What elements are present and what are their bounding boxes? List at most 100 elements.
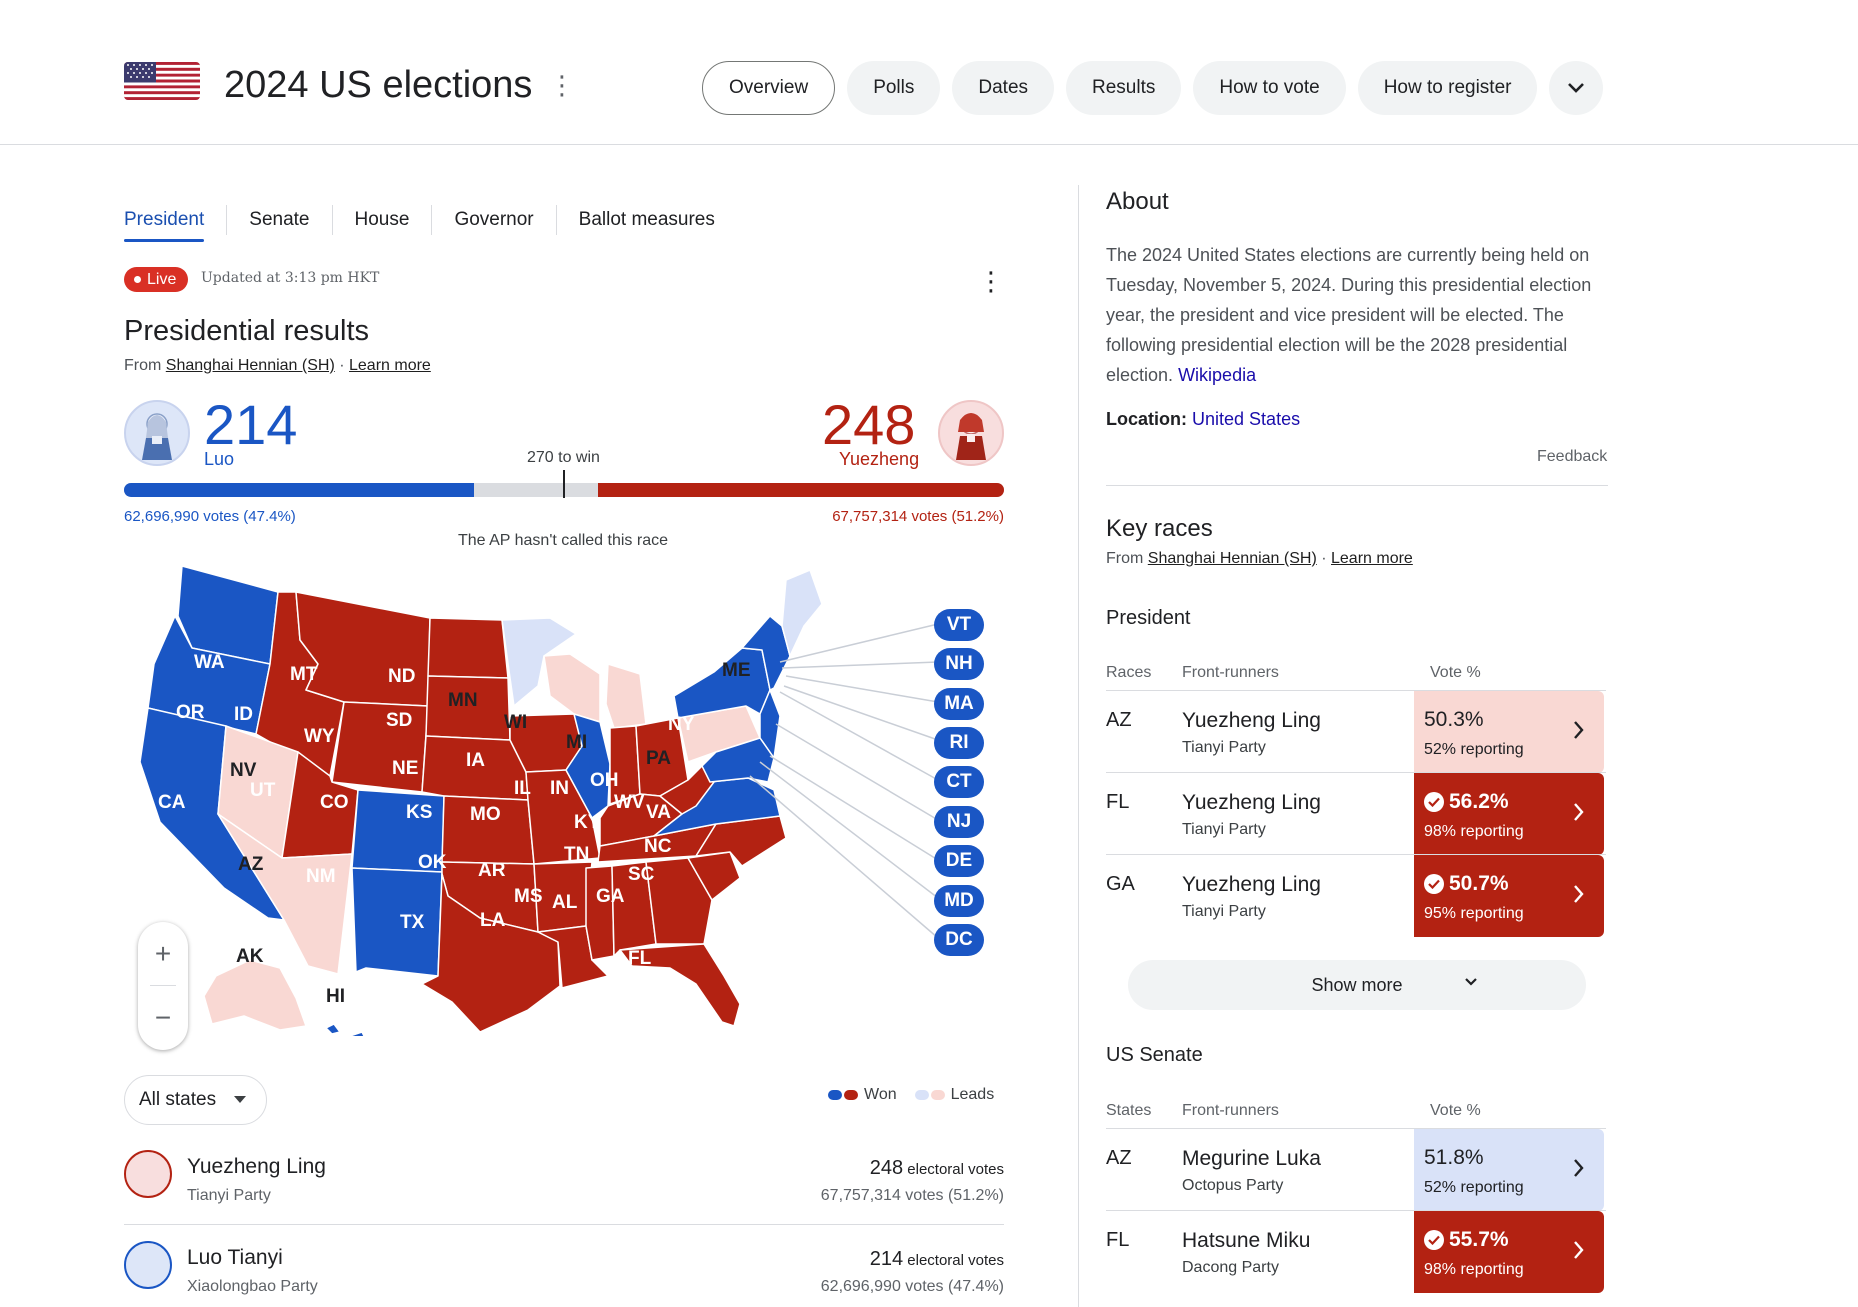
about-text: The 2024 United States elections are cur… — [1106, 240, 1616, 390]
state-ms[interactable] — [585, 865, 615, 961]
race-pct: 55.7% — [1449, 1228, 1509, 1251]
race-result-box[interactable]: 51.8% 52% reporting — [1414, 1129, 1604, 1211]
nav-more-button[interactable] — [1549, 61, 1604, 115]
state-wi[interactable] — [543, 653, 601, 723]
key-races-source: From Shanghai Hennian (SH) · Learn more — [1106, 550, 1413, 567]
state-label-mi: MI — [566, 732, 587, 753]
candidate-party: Tianyi Party — [187, 1187, 271, 1204]
learn-more-link[interactable]: Learn more — [1331, 550, 1413, 567]
show-more-button[interactable]: Show more — [1128, 960, 1586, 1010]
race-pct: 56.2% — [1449, 790, 1509, 813]
race-row-ga[interactable]: GA Yuezheng Ling Tianyi Party 50.7% 95% … — [1106, 854, 1606, 937]
state-pill-nh[interactable]: NH — [934, 648, 984, 680]
state-pill-nj[interactable]: NJ — [934, 806, 984, 838]
state-pill-de[interactable]: DE — [934, 845, 984, 877]
tab-ballot-measures[interactable]: Ballot measures — [557, 205, 737, 235]
state-label-in: IN — [550, 778, 569, 799]
senate-row-az[interactable]: AZ Megurine Luka Octopus Party 51.8% 52%… — [1106, 1128, 1606, 1211]
state-mi[interactable] — [605, 663, 647, 729]
about-body: The 2024 United States elections are cur… — [1106, 245, 1592, 385]
source-prefix: From — [1106, 550, 1144, 567]
card-menu-icon[interactable]: ⋮ — [978, 268, 1004, 294]
col-front-runners: Front-runners — [1182, 664, 1279, 681]
nav-chip-results[interactable]: Results — [1066, 61, 1182, 115]
race-result-box[interactable]: 50.7% 95% reporting — [1414, 855, 1604, 937]
state-label-tn: TN — [564, 844, 589, 865]
race-reporting: 95% reporting — [1424, 905, 1524, 922]
state-ny[interactable] — [673, 647, 771, 719]
senate-row-fl[interactable]: FL Hatsune Miku Dacong Party 55.7% 98% r… — [1106, 1210, 1606, 1293]
nav-chip-dates[interactable]: Dates — [952, 61, 1055, 115]
state-mt[interactable] — [295, 591, 431, 707]
chevron-down-icon — [1465, 978, 1477, 986]
source-link[interactable]: Shanghai Hennian (SH) — [1148, 550, 1317, 567]
race-row-az[interactable]: AZ Yuezheng Ling Tianyi Party 50.3% 52% … — [1106, 690, 1606, 773]
state-label-ms: MS — [514, 886, 543, 907]
nav-chip-polls[interactable]: Polls — [847, 61, 941, 115]
race-party: Tianyi Party — [1182, 739, 1266, 756]
race-result-box[interactable]: 50.3% 52% reporting — [1414, 691, 1604, 773]
state-label-ny: NY — [668, 714, 695, 735]
yuezheng-avatar — [938, 400, 1004, 466]
candidate-name: Luo Tianyi — [187, 1246, 283, 1269]
source-link[interactable]: Shanghai Hennian (SH) — [166, 357, 335, 374]
feedback-link[interactable]: Feedback — [1537, 448, 1607, 466]
state-hi[interactable] — [325, 1023, 391, 1057]
check-circle-icon — [1424, 1230, 1444, 1250]
state-label-hi: HI — [326, 986, 345, 1007]
race-result-box[interactable]: 56.2% 98% reporting — [1414, 773, 1604, 855]
zoom-in-button[interactable]: + — [138, 928, 188, 980]
race-candidate: Megurine Luka — [1182, 1147, 1321, 1170]
chevron-right-icon — [1574, 1241, 1584, 1259]
chevron-right-icon — [1574, 803, 1584, 821]
location-label: Location: — [1106, 409, 1187, 429]
state-ak[interactable] — [203, 959, 307, 1031]
location-link[interactable]: United States — [1192, 409, 1300, 429]
state-pill-dc[interactable]: DC — [934, 924, 984, 956]
state-label-tx: TX — [400, 912, 425, 933]
nav-chip-how-to-register[interactable]: How to register — [1357, 61, 1538, 115]
state-label-ca: CA — [158, 792, 186, 813]
candidate-row[interactable]: Yuezheng Ling Tianyi Party 248 electoral… — [124, 1137, 1004, 1225]
caret-down-icon — [234, 1096, 247, 1103]
state-label-nd: ND — [388, 666, 415, 687]
nav-chip-overview[interactable]: Overview — [702, 61, 836, 115]
more-options-icon[interactable]: ⋮ — [549, 72, 575, 98]
state-label-fl: FL — [628, 948, 652, 969]
race-candidate: Yuezheng Ling — [1182, 709, 1321, 732]
race-row-fl[interactable]: FL Yuezheng Ling Tianyi Party 56.2% 98% … — [1106, 772, 1606, 855]
tab-house[interactable]: House — [333, 205, 433, 235]
electoral-map[interactable]: WA OR CA NV ID MT WY UT AZ CO NM ND SD NE KS OK TX MN IA MO… — [130, 556, 1010, 1057]
tab-governor[interactable]: Governor — [432, 205, 557, 235]
state-pill-ma[interactable]: MA — [934, 688, 984, 720]
source-prefix: From — [124, 357, 162, 374]
race-candidate: Yuezheng Ling — [1182, 873, 1321, 896]
state-label-ar: AR — [478, 860, 506, 881]
chevron-right-icon — [1574, 885, 1584, 903]
race-result-box[interactable]: 55.7% 98% reporting — [1414, 1211, 1604, 1293]
candidate-row[interactable]: Luo Tianyi Xiaolongbao Party 214 elector… — [124, 1228, 1004, 1307]
location-line: Location: United States — [1106, 409, 1300, 430]
state-filter-value: All states — [139, 1089, 217, 1110]
state-me[interactable] — [781, 569, 823, 657]
state-label-ky: KY — [574, 812, 601, 833]
state-filter-dropdown[interactable]: All states — [124, 1075, 268, 1125]
race-reporting: 52% reporting — [1424, 1179, 1524, 1196]
state-pill-vt[interactable]: VT — [934, 609, 984, 641]
ap-note: The AP hasn't called this race — [458, 532, 668, 549]
learn-more-link[interactable]: Learn more — [349, 357, 431, 374]
zoom-out-button[interactable]: − — [138, 992, 188, 1044]
state-pill-md[interactable]: MD — [934, 885, 984, 917]
col-races: Races — [1106, 664, 1152, 681]
state-nd[interactable] — [427, 617, 509, 679]
tab-president[interactable]: President — [124, 205, 228, 242]
state-pill-ct[interactable]: CT — [934, 766, 984, 798]
to-win-label: 270 to win — [527, 449, 600, 466]
chevron-down-icon — [1568, 83, 1585, 93]
state-nm[interactable] — [351, 867, 443, 977]
wikipedia-link[interactable]: Wikipedia — [1178, 365, 1256, 385]
nav-chip-how-to-vote[interactable]: How to vote — [1193, 61, 1346, 115]
tab-senate[interactable]: Senate — [227, 205, 333, 235]
state-pill-ri[interactable]: RI — [934, 727, 984, 759]
live-badge: Live — [124, 267, 189, 292]
